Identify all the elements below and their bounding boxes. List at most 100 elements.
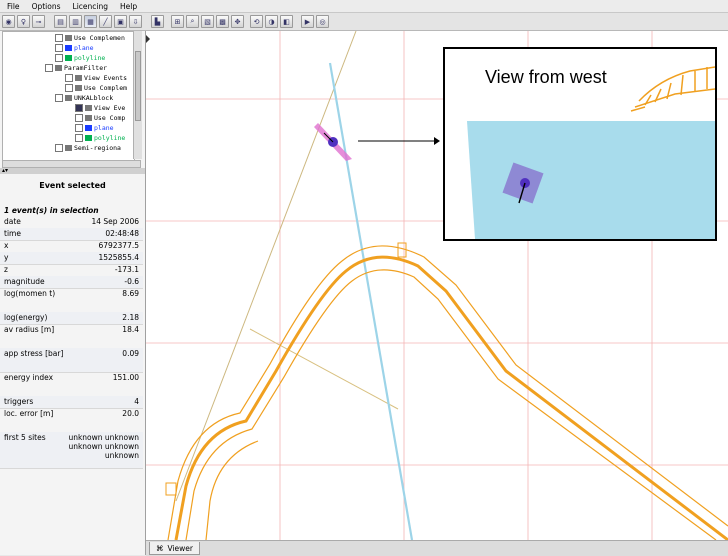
3d-viewer[interactable]: View from west: [146, 31, 728, 540]
tree-item-label: View Eve: [94, 104, 126, 112]
menu-help[interactable]: Help: [120, 2, 137, 11]
play-icon[interactable]: ▶: [301, 15, 314, 28]
frame-tool-icon[interactable]: ▣: [114, 15, 127, 28]
tree-item-checkbox[interactable]: [55, 44, 63, 52]
property-row: energy index 151.00: [0, 372, 143, 397]
probe-tool-icon[interactable]: ⇩: [129, 15, 142, 28]
eye-tool-icon[interactable]: ◉: [2, 15, 15, 28]
tree-item-checkbox[interactable]: [55, 144, 63, 152]
property-value: 4: [134, 397, 139, 406]
tree-item-checkbox[interactable]: [55, 54, 63, 62]
tree-item-label: Use Comp: [94, 114, 126, 122]
viewer-handle-icon[interactable]: [146, 35, 150, 43]
tree-item-label: plane: [94, 124, 114, 132]
record-icon[interactable]: ◎: [316, 15, 329, 28]
tree-item-checkbox[interactable]: [75, 104, 83, 112]
viewer-tab-bar: ⌘ Viewer: [146, 540, 728, 556]
tree-item-checkbox[interactable]: [75, 114, 83, 122]
event-marker[interactable]: [314, 123, 352, 161]
collapse-arrows-icon[interactable]: ▴▾: [2, 167, 8, 174]
property-key: av radius [m]: [4, 325, 55, 334]
eye-icon: [75, 75, 82, 81]
tree-item[interactable]: polyline: [55, 53, 105, 63]
menu-options[interactable]: Options: [32, 2, 61, 11]
property-key: log(momen t): [4, 289, 56, 298]
property-value: 6792377.5: [98, 241, 139, 250]
west-view-inset: View from west: [443, 47, 717, 241]
x-mark-icon: [85, 115, 92, 121]
property-key: z: [4, 265, 8, 274]
tree-item[interactable]: polyline: [75, 133, 125, 143]
inset-canvas: [467, 66, 715, 239]
zoom-icon[interactable]: ⌕: [186, 15, 199, 28]
tree-item[interactable]: Use Complemen: [55, 33, 125, 43]
eye-icon: [85, 105, 92, 111]
property-value: 8.69: [122, 289, 139, 298]
tree-item-checkbox[interactable]: [45, 64, 53, 72]
tree-item[interactable]: View Eve: [75, 103, 125, 113]
tree-item-label: UNKALblock: [74, 94, 114, 102]
property-key: triggers: [4, 397, 34, 406]
tree-item[interactable]: View Events: [65, 73, 127, 83]
property-row: first 5 sites unknown unknown unknown unk…: [0, 432, 143, 469]
tree-item-label: View Events: [84, 74, 128, 82]
property-value: 1525855.4: [98, 253, 139, 262]
property-value: 151.00: [112, 373, 139, 382]
tree-item[interactable]: Semi-regiona: [55, 143, 121, 153]
tree-item-label: Use Complem: [84, 84, 128, 92]
plane-icon: [65, 45, 72, 51]
tree-item[interactable]: plane: [75, 123, 114, 133]
zoom-extent-icon[interactable]: ⊞: [171, 15, 184, 28]
property-value: 14 Sep 2006: [91, 217, 139, 226]
tree-item-label: plane: [74, 44, 94, 52]
layer-tree: Use Complemen plane polyline ParamFilter Vie…: [2, 31, 135, 161]
tree-item-checkbox[interactable]: [65, 74, 73, 82]
tree-scroll-thumb[interactable]: [135, 51, 141, 121]
line-tool-icon[interactable]: ╱: [99, 15, 112, 28]
pin-tool-icon[interactable]: ♀: [17, 15, 30, 28]
tree-item-checkbox[interactable]: [55, 94, 63, 102]
property-value: 0.09: [122, 349, 139, 358]
move-icon[interactable]: ✥: [231, 15, 244, 28]
tree-vertical-scrollbar[interactable]: [133, 31, 142, 159]
layer-icon[interactable]: ◧: [280, 15, 293, 28]
tree-item[interactable]: UNKALblock: [55, 93, 113, 103]
polyline-icon: [65, 55, 72, 61]
tree-item-checkbox[interactable]: [75, 134, 83, 142]
screen-icon[interactable]: ▩: [216, 15, 229, 28]
tree-horizontal-scrollbar[interactable]: [2, 160, 141, 168]
property-row: loc. error [m] 20.0: [0, 408, 143, 433]
rotate-icon[interactable]: ⟲: [250, 15, 263, 28]
tree-item-checkbox[interactable]: [55, 34, 63, 42]
tree-item-checkbox[interactable]: [75, 124, 83, 132]
panel-splitter[interactable]: ▴▾: [0, 167, 145, 174]
inset-plane: [467, 121, 715, 239]
copy-tool-icon[interactable]: ▤: [54, 15, 67, 28]
tree-item[interactable]: plane: [55, 43, 94, 53]
menu-licencing[interactable]: Licencing: [73, 2, 108, 11]
tree-item[interactable]: Use Complem: [65, 83, 127, 93]
tab-viewer-label: Viewer: [167, 543, 194, 553]
close-icon[interactable]: ⌘: [156, 544, 164, 553]
image-icon[interactable]: ▧: [201, 15, 214, 28]
grid-tool-icon[interactable]: ▦: [84, 15, 97, 28]
menu-file[interactable]: File: [7, 2, 20, 11]
tree-item-label: polyline: [94, 134, 126, 142]
selection-count: 1 event(s) in selection: [4, 206, 99, 215]
paste-tool-icon[interactable]: ▥: [69, 15, 82, 28]
key-tool-icon[interactable]: ⊸: [32, 15, 45, 28]
tab-viewer[interactable]: ⌘ Viewer: [149, 542, 200, 555]
property-key: magnitude: [4, 277, 45, 286]
property-row: av radius [m] 18.4: [0, 324, 143, 349]
property-key: loc. error [m]: [4, 409, 54, 418]
orbit-icon[interactable]: ◑: [265, 15, 278, 28]
tree-item-label: Semi-regiona: [74, 144, 121, 152]
property-key: energy index: [4, 373, 54, 382]
chart-tool-icon[interactable]: ▙: [151, 15, 164, 28]
tree-item[interactable]: ParamFilter: [45, 63, 107, 73]
event-panel-title: Event selected: [39, 181, 106, 190]
block-icon: [65, 95, 72, 101]
tree-item[interactable]: Use Comp: [75, 113, 125, 123]
toolbar: ◉ ♀ ⊸ ▤ ▥ ▦ ╱ ▣ ⇩ ▙ ⊞ ⌕ ▧ ▩ ✥ ⟲ ◑ ◧ ▶ ◎: [0, 13, 728, 31]
tree-item-checkbox[interactable]: [65, 84, 73, 92]
